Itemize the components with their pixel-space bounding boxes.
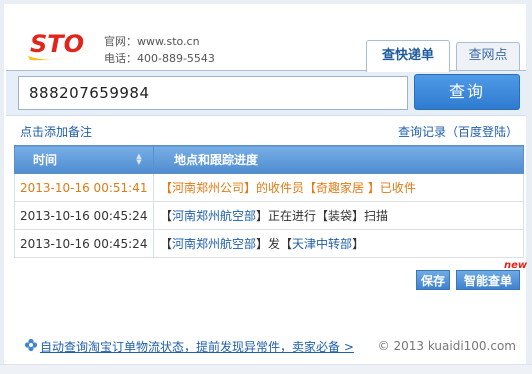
place-link[interactable]: 河南郑州航空部 xyxy=(172,209,256,223)
frame-border-top xyxy=(0,0,532,4)
row-time: 2013-10-16 00:45:24 xyxy=(14,229,154,258)
table-row: 2013-10-16 00:45:24 【河南郑州航空部】正在进行【装袋】扫描 xyxy=(14,201,524,230)
detail-text: 】正在进行【装袋】扫描 xyxy=(256,209,389,223)
logo-text: STO xyxy=(30,30,84,58)
tracking-number-input[interactable] xyxy=(18,76,408,110)
add-note-link[interactable]: 点击添加备注 xyxy=(20,123,92,140)
place-link[interactable]: 河南郑州航空部 xyxy=(172,237,256,251)
phone-text: 电话：400-889-5543 xyxy=(104,52,215,65)
tab-query-outlet[interactable]: 查网点 xyxy=(456,42,520,70)
frame-border-bottom xyxy=(0,364,532,374)
flower-info-icon xyxy=(24,338,38,352)
frame-border-right xyxy=(526,0,532,374)
recipient-link[interactable]: 奇趣家居 xyxy=(316,181,368,195)
column-header-time[interactable]: 时间 ▲ ▼ xyxy=(14,145,154,174)
bracket-text: 【 xyxy=(160,209,173,223)
tracking-table: 时间 ▲ ▼ 地点和跟踪进度 2013-10-16 00:51:41 【河南郑州公… xyxy=(14,145,524,258)
bracket-text: 【 xyxy=(160,237,173,251)
save-button[interactable]: 保存 xyxy=(416,270,450,290)
table-header-row: 时间 ▲ ▼ 地点和跟踪进度 xyxy=(14,145,524,174)
contact-info: 官网：www.sto.cn 电话：400-889-5543 xyxy=(104,33,215,67)
column-header-detail: 地点和跟踪进度 xyxy=(153,145,524,174)
bracket-text: 【 xyxy=(160,181,173,195)
detail-text: 】发【 xyxy=(256,237,293,251)
table-row: 2013-10-16 00:51:41 【河南郑州公司】的收件员【奇趣家居 】已… xyxy=(14,173,524,202)
tab-query-waybill[interactable]: 查快递单 xyxy=(366,40,450,72)
detail-text: 】的收件员【 xyxy=(244,181,317,195)
sort-arrows-icon[interactable]: ▲ ▼ xyxy=(135,153,143,166)
table-row: 2013-10-16 00:45:24 【河南郑州航空部】发【天津中转部】 xyxy=(14,229,524,258)
new-badge: new xyxy=(504,260,528,271)
row-detail: 【河南郑州航空部】正在进行【装袋】扫描 xyxy=(153,201,524,230)
query-history-link[interactable]: 查询记录（百度登陆） xyxy=(398,123,518,140)
row-detail: 【河南郑州公司】的收件员【奇趣家居 】已收件 xyxy=(153,173,524,202)
row-detail: 【河南郑州航空部】发【天津中转部】 xyxy=(153,229,524,258)
sto-logo[interactable]: STO xyxy=(26,26,96,68)
destination-link[interactable]: 天津中转部 xyxy=(292,237,352,251)
search-button[interactable]: 查询 xyxy=(414,74,520,110)
detail-text: 】 xyxy=(352,237,365,251)
place-link[interactable]: 河南郑州公司 xyxy=(172,181,244,195)
taobao-promo-link[interactable]: 自动查询淘宝订单物流状态，提前发现异常件，卖家必备 > xyxy=(40,338,354,355)
column-header-time-label: 时间 xyxy=(33,153,58,167)
copyright-text: © 2013 kuaidi100.com xyxy=(377,339,516,353)
website-text: 官网：www.sto.cn xyxy=(104,35,200,48)
smart-query-button[interactable]: 智能查单 xyxy=(456,270,520,290)
detail-text: 】已收件 xyxy=(367,181,416,195)
row-time: 2013-10-16 00:45:24 xyxy=(14,201,154,230)
row-time: 2013-10-16 00:51:41 xyxy=(14,173,154,202)
frame-border-left xyxy=(0,0,4,374)
